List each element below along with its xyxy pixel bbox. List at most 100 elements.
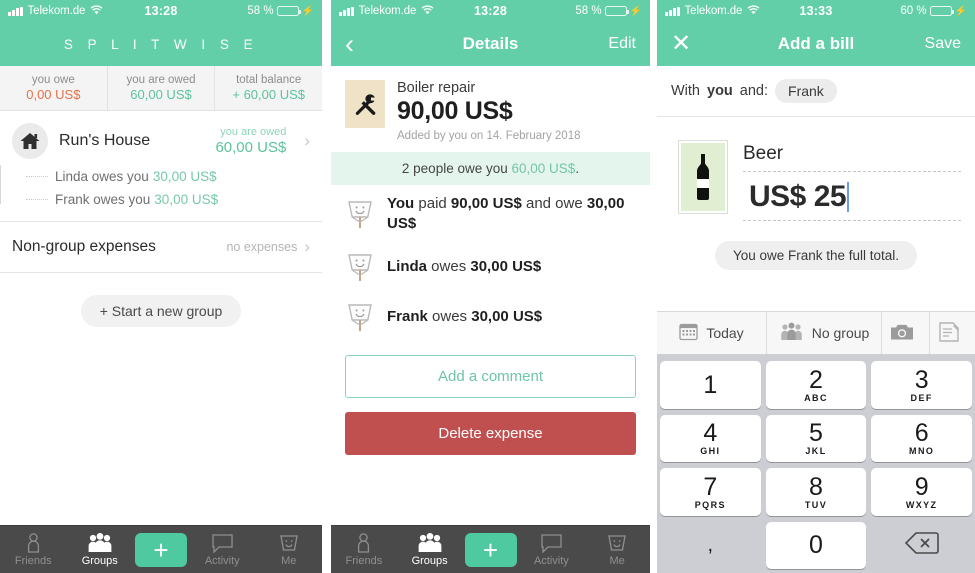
list-item[interactable]: Frank owes 30,00 US$ — [331, 292, 650, 342]
key-1[interactable]: 1 — [660, 361, 761, 409]
list-item[interactable]: Linda owes you 30,00 US$ — [26, 165, 322, 188]
key-number: 1 — [703, 370, 718, 399]
add-expense-button[interactable]: + — [135, 532, 187, 567]
edit-button[interactable]: Edit — [608, 35, 636, 53]
close-icon[interactable]: ✕ — [671, 32, 691, 56]
key-letters: WXYZ — [905, 499, 938, 510]
group-balance-value: 60,00 US$ — [215, 138, 287, 156]
bill-entry: Beer US$ 25 — [657, 117, 975, 221]
person-verb: paid — [418, 195, 447, 212]
list-item[interactable]: Frank owes you 30,00 US$ — [26, 188, 322, 211]
list-item[interactable]: Linda owes 30,00 US$ — [331, 242, 650, 292]
key-comma[interactable]: , — [660, 522, 761, 570]
tab-me[interactable]: Me — [584, 532, 650, 567]
balance-total[interactable]: total balance + 60,00 US$ — [215, 66, 322, 110]
back-button[interactable]: ‹ — [345, 30, 354, 58]
non-group-value: no expenses — [226, 240, 298, 254]
split-note-button[interactable]: You owe Frank the full total. — [714, 241, 918, 270]
key-2[interactable]: 2 ABC — [765, 361, 867, 409]
status-bar: Telekom.de 13:33 60 % ⚡ — [657, 0, 975, 22]
app-title: S P L I T W I S E — [63, 36, 259, 52]
balance-summary: you owe 0,00 US$ you are owed 60,00 US$ … — [0, 66, 322, 111]
page-title: Details — [462, 34, 519, 53]
new-group-wrapper: + Start a new group — [0, 295, 322, 327]
description-input[interactable]: Beer — [743, 143, 961, 172]
screen-separator — [322, 0, 331, 573]
key-number: 3 — [914, 365, 929, 394]
person-name: Linda — [387, 258, 427, 276]
tab-friends[interactable]: Friends — [331, 532, 397, 567]
key-delete[interactable] — [871, 522, 972, 570]
key-3[interactable]: 3 DEF — [871, 361, 972, 409]
tab-me[interactable]: Me — [256, 532, 323, 567]
battery-percent: 58 % — [575, 5, 602, 17]
key-letters: PQRS — [694, 499, 726, 510]
add-expense-button[interactable]: + — [464, 532, 517, 567]
group-icon — [779, 322, 804, 344]
add-comment-button[interactable]: Add a comment — [345, 355, 636, 398]
person-line: Frank owes 30,00 US$ — [387, 307, 542, 327]
expense-header: Boiler repair 90,00 US$ Added by you on … — [331, 66, 650, 152]
amount-input[interactable]: US$ 25 — [743, 172, 961, 221]
key-9[interactable]: 9 WXYZ — [871, 468, 972, 516]
screen-expense-details: Telekom.de 13:28 58 % ⚡ ‹ Details Edit B… — [331, 0, 650, 573]
key-5[interactable]: 5 JKL — [765, 414, 867, 462]
group-option[interactable]: No group — [767, 312, 882, 354]
people-icon — [87, 532, 113, 553]
balance-you-owe[interactable]: you owe 0,00 US$ — [0, 66, 108, 110]
details-header: ‹ Details Edit — [331, 22, 650, 66]
tab-label: Friends — [14, 555, 52, 567]
home-icon — [12, 123, 48, 159]
tab-groups[interactable]: Groups — [67, 532, 134, 567]
battery-icon — [604, 6, 629, 16]
face-cup-icon — [279, 532, 299, 553]
camera-option[interactable] — [882, 312, 930, 354]
status-bar: Telekom.de 13:28 58 % ⚡ — [331, 0, 650, 22]
key-0[interactable]: 0 — [765, 521, 867, 569]
start-new-group-button[interactable]: + Start a new group — [80, 295, 242, 327]
group-row-runs-house[interactable]: Run's House you are owed 60,00 US$ › — [0, 111, 322, 165]
tab-groups[interactable]: Groups — [397, 532, 463, 567]
tab-activity[interactable]: Activity — [189, 532, 256, 567]
amount-value: US$ 25 — [749, 180, 847, 213]
tools-icon — [345, 80, 385, 128]
beer-bottle-icon[interactable] — [679, 141, 727, 213]
tree-branch — [26, 199, 48, 200]
save-button[interactable]: Save — [925, 35, 961, 53]
group-label: No group — [811, 325, 870, 341]
chevron-right-icon: › — [304, 237, 310, 256]
list-item[interactable]: You paid 90,00 US$ and owe 30,00 US$ — [331, 185, 650, 242]
key-6[interactable]: 6 MNO — [871, 414, 972, 462]
tab-label: Groups — [81, 555, 118, 567]
text-caret — [847, 182, 850, 212]
participants-row[interactable]: With you and: Frank — [657, 66, 975, 117]
note-option[interactable] — [930, 312, 975, 354]
tab-activity[interactable]: Activity — [519, 532, 585, 567]
bill-options-bar: Today No group — [657, 311, 975, 355]
key-number: 9 — [914, 472, 929, 501]
group-balance-label: you are owed — [220, 126, 287, 139]
tab-friends[interactable]: Friends — [0, 532, 67, 567]
participant-chip-frank[interactable]: Frank — [775, 79, 837, 103]
balance-value: + 60,00 US$ — [232, 87, 305, 102]
status-right: 58 % ⚡ — [575, 5, 642, 17]
key-7[interactable]: 7 PQRS — [660, 468, 761, 516]
divider — [0, 272, 322, 273]
tab-label: Groups — [411, 555, 448, 567]
balance-label: you are owed — [126, 74, 196, 86]
key-letters: JKL — [805, 446, 827, 457]
person-line: Linda owes 30,00 US$ — [387, 257, 541, 277]
key-letters: ABC — [804, 392, 828, 403]
tab-label: Activity — [533, 555, 569, 567]
member-amount: 30,00 US$ — [154, 192, 219, 207]
tab-label: Activity — [204, 555, 240, 567]
delete-expense-button[interactable]: Delete expense — [345, 412, 636, 455]
key-8[interactable]: 8 TUV — [765, 468, 867, 516]
balance-label: you owe — [31, 74, 75, 86]
key-4[interactable]: 4 GHI — [660, 414, 761, 462]
date-option[interactable]: Today — [657, 312, 767, 354]
non-group-expenses-row[interactable]: Non-group expenses no expenses › — [0, 222, 322, 272]
member-amount: 30,00 US$ — [152, 169, 217, 184]
person-amount: 90,00 US$ — [450, 195, 522, 212]
balance-you-are-owed[interactable]: you are owed 60,00 US$ — [108, 66, 216, 110]
